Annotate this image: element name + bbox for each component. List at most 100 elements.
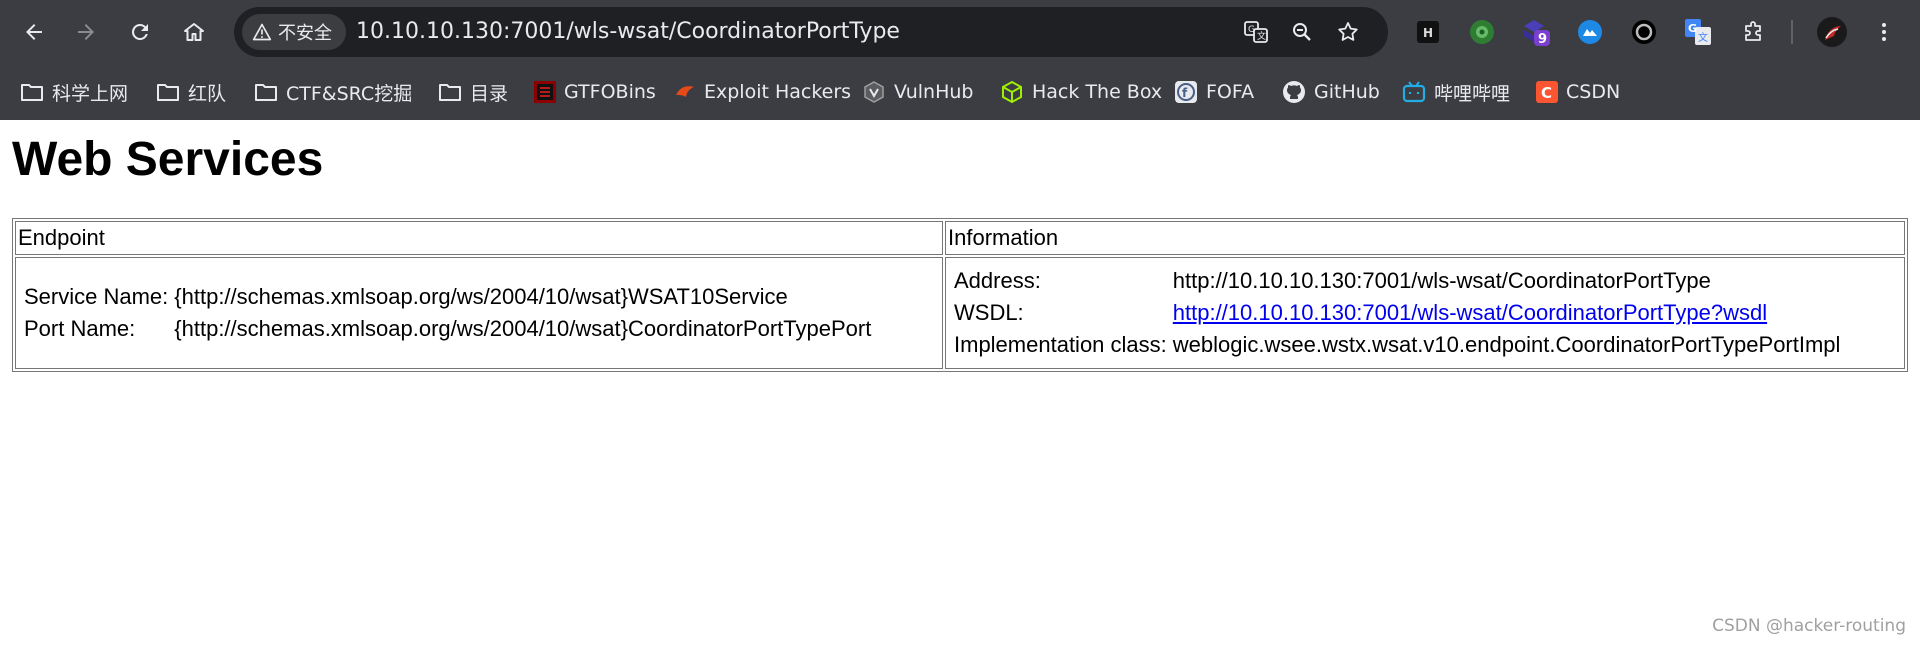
table-row: Service Name: {http://schemas.xmlsoap.or… xyxy=(15,257,1905,369)
address-value: http://10.10.10.130:7001/wls-wsat/Coordi… xyxy=(1172,268,1711,293)
column-header-information: Information xyxy=(945,221,1905,255)
translate-icon: G文 xyxy=(1244,21,1268,43)
address-label: Address: xyxy=(954,268,1041,293)
bookmark-label: 科学上网 xyxy=(52,82,129,105)
bilibili-icon xyxy=(1402,81,1426,103)
folder-icon xyxy=(439,84,461,101)
more-vert-icon xyxy=(1882,23,1886,41)
reload-icon xyxy=(132,23,148,40)
svg-text:f: f xyxy=(1182,86,1188,100)
hackbar-icon: H xyxy=(1417,21,1439,43)
arrow-left-icon xyxy=(26,24,42,40)
bookmark-folder-mulu[interactable]: 目录 xyxy=(438,76,508,108)
hackthebox-icon xyxy=(1002,80,1022,104)
bookmark-label: 红队 xyxy=(188,82,227,105)
port-name-value: {http://schemas.xmlsoap.org/ws/2004/10/w… xyxy=(174,316,872,341)
translate-button[interactable]: G文 xyxy=(1238,14,1274,50)
bookmark-star-button[interactable] xyxy=(1330,14,1366,50)
svg-text:C: C xyxy=(1541,84,1552,102)
folder-icon xyxy=(21,84,43,101)
csdn-icon: C xyxy=(1536,81,1558,103)
home-icon xyxy=(184,23,204,41)
bookmarks-bar: 科学上网 红队 CTF&SRC挖掘 目录 GTFOBins Exploit Ha… xyxy=(0,64,1920,120)
wsdl-label: WSDL: xyxy=(954,300,1024,325)
bookmark-label: 目录 xyxy=(470,82,509,105)
address-bar[interactable]: 不安全 10.10.10.130:7001/wls-wsat/Coordinat… xyxy=(234,7,1388,57)
extension-purple[interactable]: 9 xyxy=(1518,14,1554,50)
toolbar-divider xyxy=(1791,20,1793,44)
bookmark-label: GitHub xyxy=(1314,81,1380,103)
forward-button[interactable] xyxy=(64,10,108,54)
port-name-label: Port Name: xyxy=(24,316,136,341)
profile-button[interactable] xyxy=(1814,14,1850,50)
green-extension-icon xyxy=(1470,20,1494,44)
folder-icon xyxy=(157,84,179,101)
bookmark-gtfobins[interactable]: GTFOBins xyxy=(534,76,656,108)
avatar xyxy=(1817,17,1847,47)
bookmark-label: 哔哩哔哩 xyxy=(1434,82,1511,105)
svg-text:文: 文 xyxy=(1257,30,1266,42)
watermark: CSDN @hacker-routing xyxy=(1712,616,1906,636)
bookmark-label: GTFOBins xyxy=(564,81,656,103)
extension-blue[interactable] xyxy=(1572,14,1608,50)
bookmark-label: CSDN xyxy=(1566,81,1621,103)
bookmark-label: CTF&SRC挖掘 xyxy=(286,82,413,105)
home-button[interactable] xyxy=(172,10,216,54)
svg-text:H: H xyxy=(1423,26,1433,40)
bookmark-label: Hack The Box xyxy=(1032,81,1163,103)
reload-button[interactable] xyxy=(118,10,162,54)
blue-extension-icon xyxy=(1578,20,1602,44)
menu-button[interactable] xyxy=(1866,14,1902,50)
svg-text:G: G xyxy=(1688,22,1697,35)
arrow-right-icon xyxy=(78,24,94,40)
extension-badge: 9 xyxy=(1538,32,1548,47)
puzzle-icon xyxy=(1745,21,1761,41)
wsdl-link[interactable]: http://10.10.10.130:7001/wls-wsat/Coordi… xyxy=(1173,300,1767,325)
extension-google-translate[interactable]: G文 xyxy=(1680,14,1716,50)
dark-extension-icon xyxy=(1632,20,1656,44)
bookmark-hackthebox[interactable]: Hack The Box xyxy=(1000,76,1162,108)
vulnhub-icon xyxy=(864,81,884,103)
endpoint-cell: Service Name: {http://schemas.xmlsoap.or… xyxy=(15,257,943,369)
information-details: Address: http://10.10.10.130:7001/wls-ws… xyxy=(950,264,1844,362)
bookmark-fofa[interactable]: f FOFA xyxy=(1174,76,1254,108)
bookmark-label: FOFA xyxy=(1206,81,1255,103)
bookmark-folder-ctf[interactable]: CTF&SRC挖掘 xyxy=(254,76,412,108)
service-name-label: Service Name: xyxy=(24,284,169,309)
back-button[interactable] xyxy=(12,10,56,54)
bookmark-bilibili[interactable]: 哔哩哔哩 xyxy=(1402,76,1510,108)
bookmark-folder-hongdui[interactable]: 红队 xyxy=(156,76,226,108)
zoom-icon xyxy=(1293,23,1311,41)
zoom-button[interactable] xyxy=(1284,14,1320,50)
svg-text:G: G xyxy=(1248,25,1255,35)
security-indicator[interactable]: 不安全 xyxy=(242,14,346,50)
endpoint-details: Service Name: {http://schemas.xmlsoap.or… xyxy=(20,280,875,346)
extension-hackbar[interactable]: H xyxy=(1410,14,1446,50)
extension-black[interactable] xyxy=(1626,14,1662,50)
folder-icon xyxy=(255,84,277,101)
gtfobins-icon xyxy=(534,81,556,103)
bookmark-vulnhub[interactable]: VulnHub xyxy=(862,76,973,108)
page-content: Web Services Endpoint Information Servic… xyxy=(0,120,1920,648)
page-title: Web Services xyxy=(12,133,324,186)
web-services-table: Endpoint Information Service Name: {http… xyxy=(12,218,1908,372)
table-header-row: Endpoint Information xyxy=(15,221,1905,255)
bookmark-csdn[interactable]: C CSDN xyxy=(1536,76,1620,108)
url-text[interactable]: 10.10.10.130:7001/wls-wsat/CoordinatorPo… xyxy=(356,19,900,45)
exploit-hackers-icon xyxy=(676,86,694,97)
extension-green[interactable] xyxy=(1464,14,1500,50)
bookmark-exploit-hackers[interactable]: Exploit Hackers xyxy=(674,76,851,108)
information-cell: Address: http://10.10.10.130:7001/wls-ws… xyxy=(945,257,1905,369)
extensions-button[interactable] xyxy=(1736,14,1772,50)
column-header-endpoint: Endpoint xyxy=(15,221,943,255)
implementation-class-value: weblogic.wsee.wstx.wsat.v10.endpoint.Coo… xyxy=(1172,332,1841,357)
service-name-value: {http://schemas.xmlsoap.org/ws/2004/10/w… xyxy=(174,284,788,309)
bookmark-label: Exploit Hackers xyxy=(704,81,852,103)
bookmark-folder-kexue[interactable]: 科学上网 xyxy=(20,76,128,108)
browser-toolbar: 不安全 10.10.10.130:7001/wls-wsat/Coordinat… xyxy=(0,0,1920,64)
warning-icon xyxy=(252,23,272,41)
github-icon xyxy=(1283,81,1305,103)
fofa-icon: f xyxy=(1175,81,1197,103)
star-icon xyxy=(1338,22,1358,41)
bookmark-github[interactable]: GitHub xyxy=(1282,76,1380,108)
